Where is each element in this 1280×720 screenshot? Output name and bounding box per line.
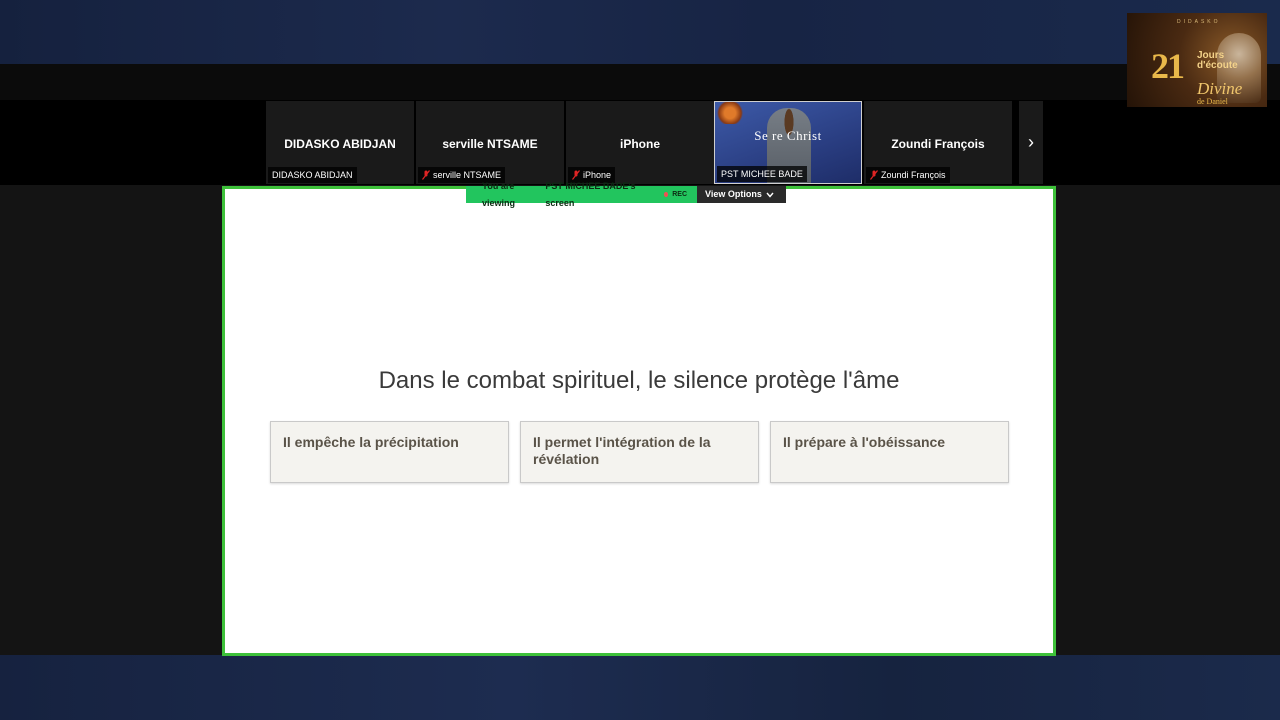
participant-name: iPhone (619, 137, 660, 151)
participant-tile[interactable]: Zoundi François Zoundi François (864, 101, 1012, 184)
shared-screen: Dans le combat spirituel, le silence pro… (222, 186, 1056, 656)
slide-card: Il prépare à l'obéissance (770, 421, 1009, 483)
viewing-indicator: You are viewing PST MICHEE BADE's screen… (466, 181, 697, 208)
participant-name: Zoundi François (891, 137, 985, 151)
participant-tag-label: PST MICHEE BADE (721, 169, 803, 179)
recording-label: REC (672, 191, 687, 198)
muted-mic-icon (422, 170, 430, 180)
viewing-who: PST MICHEE BADE's screen (545, 180, 636, 208)
participant-tile[interactable]: serville NTSAME serville NTSAME (416, 101, 564, 184)
bottom-background-band (0, 655, 1280, 720)
recording-dot-icon (663, 192, 669, 197)
slide-title: Dans le combat spirituel, le silence pro… (378, 367, 900, 394)
participant-tag-label: DIDASKO ABIDJAN (272, 170, 353, 180)
top-background-band (0, 0, 1280, 64)
video-background-text: Se re Christ (754, 128, 822, 143)
logo-line3: de Daniel (1197, 97, 1228, 106)
muted-mic-icon (870, 170, 878, 180)
screen-share-bar: You are viewing PST MICHEE BADE's screen… (466, 181, 786, 208)
participant-tag-label: Zoundi François (881, 170, 946, 180)
participant-name-tag: DIDASKO ABIDJAN (268, 167, 357, 183)
participant-name-tag: Zoundi François (866, 167, 950, 183)
slide-card: Il empêche la précipitation (270, 421, 509, 483)
chevron-down-icon (766, 192, 774, 198)
video-background-flower (715, 102, 745, 124)
participant-tile[interactable]: iPhone iPhone (566, 101, 714, 184)
event-logo: DIDASKO 21 Jours d'écoute Divine de Dani… (1127, 13, 1267, 107)
logo-line2: Divine (1197, 79, 1243, 98)
view-options-label: View Options (705, 189, 762, 199)
logo-top-text: DIDASKO (1177, 19, 1221, 25)
logo-number: 21 (1151, 46, 1185, 86)
view-options-button[interactable]: View Options (697, 186, 786, 203)
participant-name-tag: PST MICHEE BADE (717, 166, 807, 182)
chevron-right-icon: › (1028, 132, 1034, 152)
participant-name: DIDASKO ABIDJAN (284, 137, 396, 151)
participant-video-tile[interactable]: Se re Christ PST MICHEE BADE (714, 101, 862, 184)
logo-line1: Jours d'écoute (1197, 50, 1238, 71)
participant-tile[interactable]: DIDASKO ABIDJAN DIDASKO ABIDJAN (266, 101, 414, 184)
slide-card: Il permet l'intégration de la révélation (520, 421, 759, 483)
participant-name: serville NTSAME (442, 137, 538, 151)
viewing-prefix: You are viewing (482, 180, 516, 208)
gallery-next-button[interactable]: › (1019, 101, 1043, 184)
